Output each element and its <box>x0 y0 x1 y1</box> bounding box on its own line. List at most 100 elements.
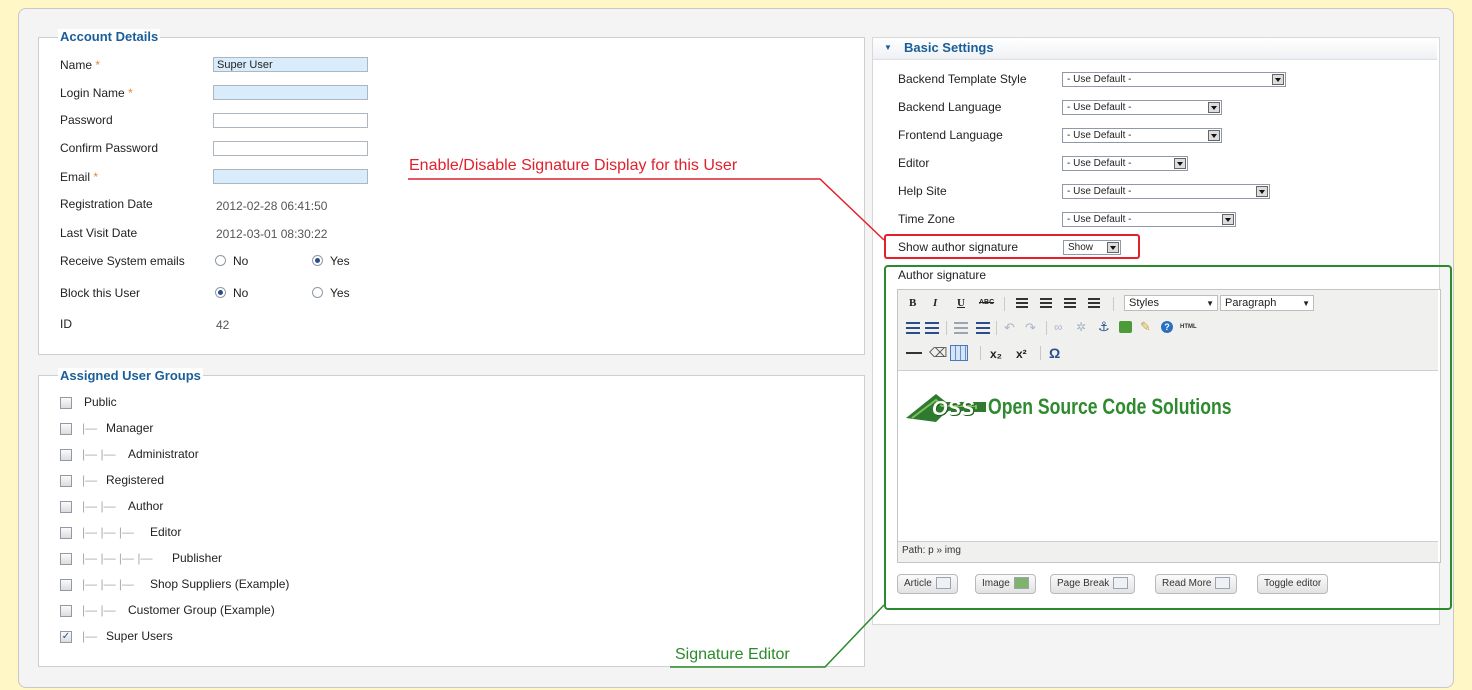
bullet-list-icon[interactable] <box>906 322 920 334</box>
toggle-editor-button[interactable]: Toggle editor <box>1257 574 1329 594</box>
toolbar-separator <box>980 346 981 360</box>
block-user-no-radio[interactable] <box>215 287 226 298</box>
tree-indent: |— |— <box>82 447 116 461</box>
html-source-button[interactable]: HTML <box>1180 324 1197 330</box>
page-break-button[interactable]: Page Break <box>1050 574 1136 594</box>
tree-indent: |— |— <box>82 603 116 617</box>
group-label: Publisher <box>172 551 223 565</box>
toolbar-separator <box>1004 297 1005 311</box>
account-details-legend: Account Details <box>58 29 161 44</box>
image-button[interactable]: Image <box>975 574 1036 594</box>
superscript-button[interactable]: x² <box>1016 347 1027 361</box>
account-details-panel <box>38 37 865 355</box>
group-checkbox[interactable]: ✓ <box>60 631 72 643</box>
template-style-label: Backend Template Style <box>898 72 1027 86</box>
group-checkbox[interactable] <box>60 553 72 565</box>
oss-logo-text: Open Source Code Solutions <box>988 394 1232 419</box>
italic-button[interactable]: I <box>933 297 937 309</box>
group-checkbox[interactable] <box>60 579 72 591</box>
toolbar-separator <box>996 321 997 335</box>
system-emails-yes-radio[interactable] <box>312 255 323 266</box>
article-button[interactable]: Article <box>897 574 958 594</box>
paragraph-value: Paragraph <box>1225 297 1277 309</box>
group-label: Author <box>128 499 164 513</box>
confirm-password-label: Confirm Password <box>60 141 159 155</box>
name-input[interactable]: Super User <box>213 57 368 72</box>
editor-label: Editor <box>898 156 930 170</box>
id-label: ID <box>60 317 72 331</box>
group-checkbox[interactable] <box>60 501 72 513</box>
subscript-button[interactable]: x₂ <box>990 347 1002 361</box>
redo-icon[interactable]: ↷ <box>1025 320 1036 336</box>
read-more-icon <box>1215 577 1231 590</box>
frontend-language-value: - Use Default - <box>1067 130 1132 141</box>
tree-indent: |— <box>82 473 98 487</box>
align-justify-icon[interactable] <box>1088 298 1100 309</box>
link-icon[interactable]: ∞ <box>1054 320 1063 334</box>
show-signature-select[interactable]: Show <box>1063 240 1121 255</box>
toolbar-separator <box>1113 297 1114 311</box>
strikethrough-button[interactable]: ABC <box>979 299 994 306</box>
insert-image-icon[interactable] <box>1119 321 1132 333</box>
eraser-icon[interactable]: ⌫ <box>929 345 947 361</box>
group-label: Editor <box>150 525 182 539</box>
backend-language-select[interactable]: - Use Default - <box>1062 100 1222 115</box>
bold-button[interactable]: B <box>909 297 916 309</box>
group-checkbox[interactable] <box>60 397 72 409</box>
outdent-icon[interactable] <box>954 322 968 334</box>
email-label: Email * <box>60 170 99 184</box>
anchor-icon[interactable]: ⚓ <box>1098 319 1110 335</box>
unlink-icon[interactable]: ✲ <box>1076 320 1086 334</box>
template-style-select[interactable]: - Use Default - <box>1062 72 1286 87</box>
dropdown-arrow-icon <box>1208 130 1220 141</box>
email-input[interactable] <box>213 169 368 184</box>
page-break-icon <box>1113 577 1129 590</box>
system-emails-label: Receive System emails <box>60 254 185 268</box>
confirm-password-input[interactable] <box>213 141 368 156</box>
editor-path-bar <box>898 541 1438 562</box>
block-user-no-label: No <box>233 286 249 300</box>
align-right-icon[interactable] <box>1064 298 1076 309</box>
help-icon[interactable]: ? <box>1161 321 1173 333</box>
special-char-button[interactable]: Ω <box>1049 345 1060 361</box>
numbered-list-icon[interactable] <box>925 322 939 334</box>
time-zone-select[interactable]: - Use Default - <box>1062 212 1236 227</box>
underline-button[interactable]: U <box>957 297 965 309</box>
table-icon[interactable] <box>950 345 968 361</box>
block-user-yes-radio[interactable] <box>312 287 323 298</box>
paragraph-select[interactable]: Paragraph ▼ <box>1220 295 1314 311</box>
horizontal-rule-icon[interactable] <box>906 352 922 354</box>
signature-display-annotation: Enable/Disable Signature Display for thi… <box>409 157 738 174</box>
group-checkbox[interactable] <box>60 423 72 435</box>
group-checkbox[interactable] <box>60 475 72 487</box>
system-emails-no-radio[interactable] <box>215 255 226 266</box>
dropdown-arrow-icon <box>1107 242 1119 253</box>
user-groups-panel <box>38 375 865 667</box>
align-center-icon[interactable] <box>1040 298 1052 309</box>
cleanup-icon[interactable]: ✎ <box>1140 319 1151 335</box>
group-checkbox[interactable] <box>60 605 72 617</box>
frontend-language-select[interactable]: - Use Default - <box>1062 128 1222 143</box>
editor-path-text: Path: p » img <box>902 545 961 556</box>
help-site-select[interactable]: - Use Default - <box>1062 184 1270 199</box>
registration-date-value: 2012-02-28 06:41:50 <box>216 199 328 213</box>
login-name-input[interactable] <box>213 85 368 100</box>
signature-editor-annotation: Signature Editor <box>675 646 790 663</box>
undo-icon[interactable]: ↶ <box>1004 320 1015 336</box>
password-input[interactable] <box>213 113 368 128</box>
group-label: Customer Group (Example) <box>128 603 275 617</box>
tree-indent: |— |— |— <box>82 525 135 539</box>
read-more-button[interactable]: Read More <box>1155 574 1238 594</box>
styles-select[interactable]: Styles ▼ <box>1124 295 1218 311</box>
id-value: 42 <box>216 318 230 332</box>
group-checkbox[interactable] <box>60 527 72 539</box>
chevron-down-icon: ▼ <box>1206 299 1214 308</box>
dropdown-arrow-icon <box>1222 214 1234 225</box>
collapse-toggle-icon[interactable]: ▼ <box>884 43 892 52</box>
backend-language-value: - Use Default - <box>1067 102 1132 113</box>
group-checkbox[interactable] <box>60 449 72 461</box>
editor-select[interactable]: - Use Default - <box>1062 156 1188 171</box>
indent-icon[interactable] <box>976 322 990 334</box>
align-left-icon[interactable] <box>1016 298 1028 309</box>
frontend-language-label: Frontend Language <box>898 128 1003 142</box>
